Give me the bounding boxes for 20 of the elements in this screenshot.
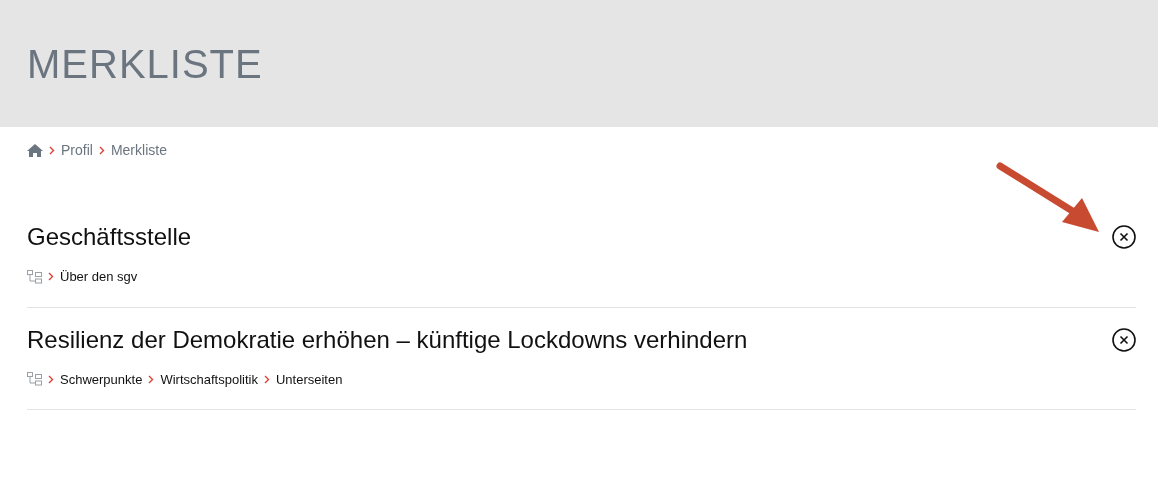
item-title-link[interactable]: Geschäftsstelle <box>27 221 192 253</box>
chevron-icon <box>148 374 155 384</box>
path-link[interactable]: Unterseiten <box>275 369 343 389</box>
breadcrumb-link[interactable]: Merkliste <box>110 140 167 161</box>
chevron-icon <box>48 272 54 282</box>
chevron-icon <box>98 146 105 155</box>
breadcrumb-link[interactable]: Profil <box>61 140 93 161</box>
path-link[interactable]: Über den sgv <box>60 267 138 287</box>
remove-icon[interactable] <box>1112 327 1136 352</box>
chevron-icon <box>49 146 55 155</box>
item-title-link[interactable]: Resilienz der Demokratie erhöhen – künftige Lockdowns verhindern <box>27 323 748 356</box>
remove-icon[interactable] <box>1112 225 1136 249</box>
sitemap-icon <box>27 269 42 284</box>
path-link[interactable]: Wirtschaftspolitik <box>160 369 258 389</box>
home-icon[interactable] <box>27 144 43 157</box>
sitemap-icon <box>27 372 42 387</box>
path-link[interactable]: Schwerpunkte <box>60 369 143 389</box>
page-title: MERKLISTE <box>27 43 263 84</box>
chevron-icon <box>263 374 270 384</box>
chevron-icon <box>48 374 54 384</box>
